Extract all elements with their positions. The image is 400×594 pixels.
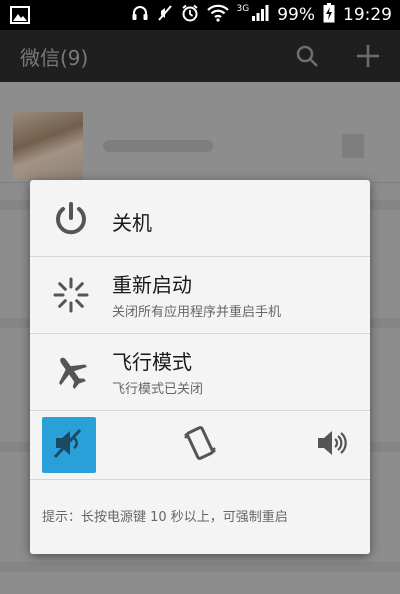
force-restart-hint: 提示：长按电源键 10 秒以上，可强制重启 [42, 510, 288, 525]
list-item[interactable] [0, 82, 400, 183]
blurred-name [103, 140, 213, 152]
restart-icon [52, 276, 90, 318]
battery-percent: 99% [277, 5, 315, 25]
restart-label: 重新启动 [112, 273, 192, 297]
add-icon[interactable] [355, 43, 381, 73]
app-bar: 微信(9) [0, 30, 400, 82]
restart-subtitle: 关闭所有应用程序并重启手机 [112, 305, 282, 320]
mute-icon [157, 4, 173, 26]
status-bar: 3G 99% 19:29 [0, 0, 400, 30]
search-icon[interactable] [294, 43, 320, 73]
airplane-icon [52, 353, 90, 395]
restart-option[interactable]: 重新启动 关闭所有应用程序并重启手机 [30, 257, 370, 334]
avatar [13, 112, 83, 180]
headphones-icon [131, 4, 149, 26]
gallery-notification-icon [10, 6, 30, 28]
wifi-icon [206, 4, 229, 26]
silent-mode-button[interactable] [42, 417, 96, 473]
sound-mode-button[interactable] [304, 417, 358, 473]
power-off-option[interactable]: 关机 [30, 180, 370, 257]
power-options-dialog: 关机 重新启动 关闭所有应用程序并重启手机 飞行模式 飞行模式已关闭 提示：长按… [30, 180, 370, 554]
sound-mode-selector [30, 411, 370, 480]
mute-speaker-icon [52, 426, 86, 464]
signal-icon [251, 4, 269, 26]
clock: 19:29 [343, 5, 392, 25]
airplane-mode-subtitle: 飞行模式已关闭 [112, 382, 204, 397]
airplane-mode-label: 飞行模式 [112, 350, 192, 374]
status-icons: 3G 99% 19:29 [131, 0, 392, 30]
vibrate-phone-icon [181, 424, 219, 466]
alarm-icon [181, 4, 199, 26]
power-off-label: 关机 [112, 211, 152, 235]
airplane-mode-option[interactable]: 飞行模式 飞行模式已关闭 [30, 334, 370, 411]
speaker-icon [314, 426, 348, 464]
app-title: 微信(9) [20, 46, 89, 70]
network-type: 3G [236, 4, 250, 14]
battery-charging-icon [323, 3, 335, 27]
vibrate-mode-button[interactable] [173, 417, 227, 473]
power-icon [52, 200, 90, 242]
blurred-badge [342, 134, 364, 158]
divider [0, 562, 400, 572]
